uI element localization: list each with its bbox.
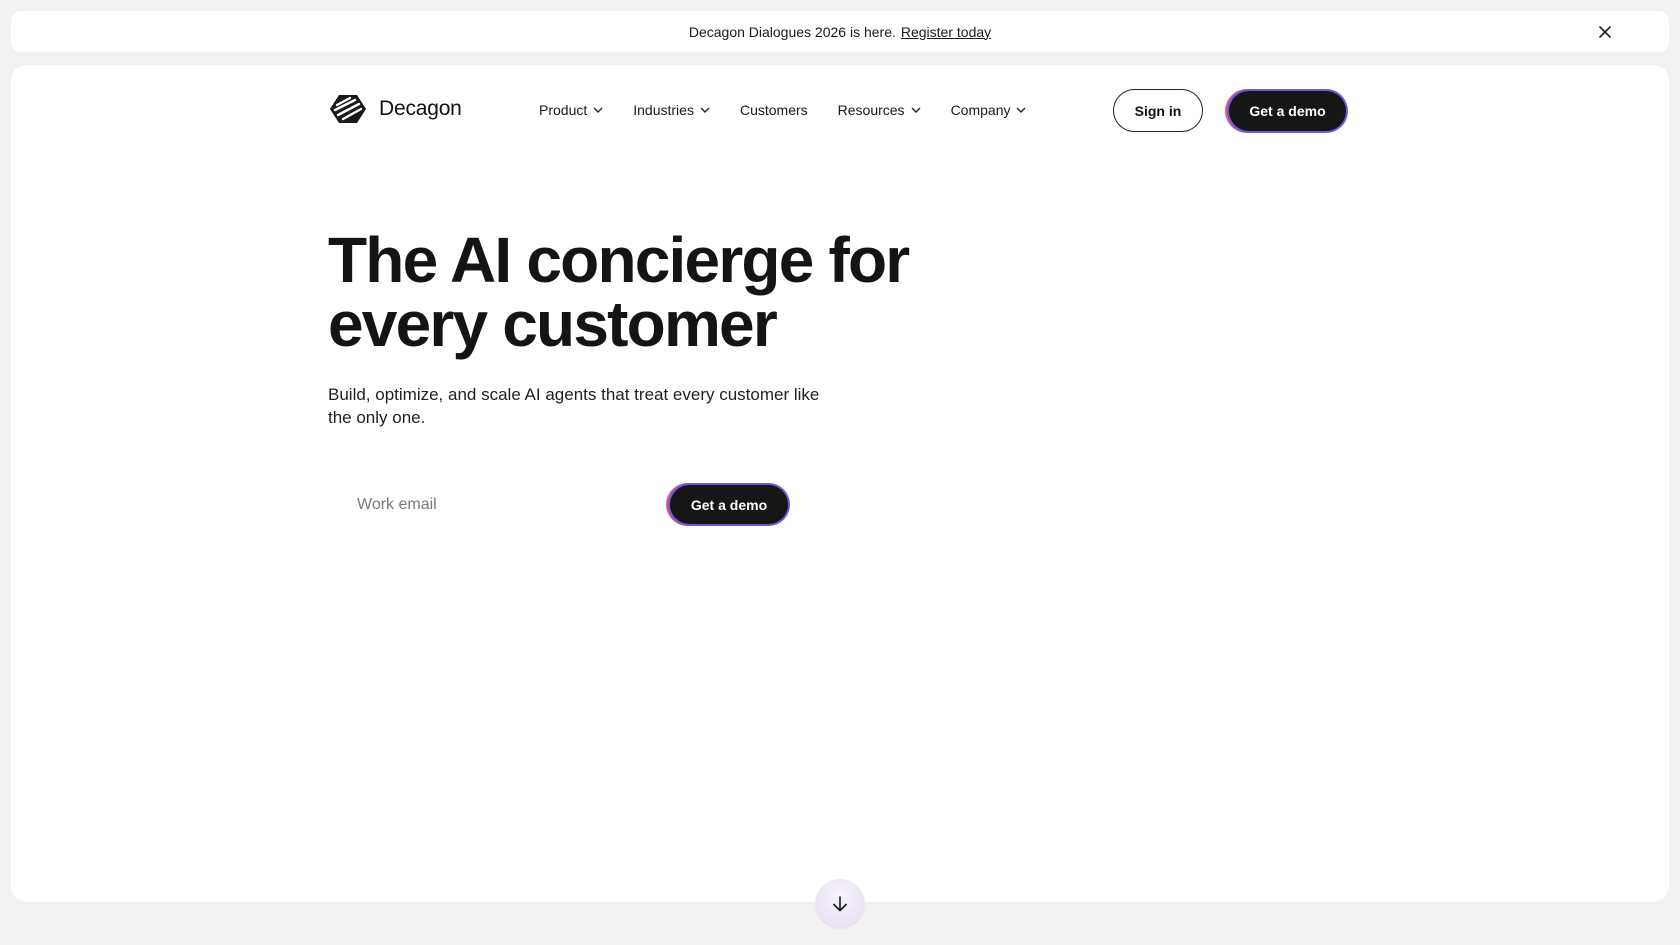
- brand-name: Decagon: [379, 97, 462, 120]
- work-email-input[interactable]: [357, 488, 637, 522]
- close-icon[interactable]: [1595, 22, 1615, 42]
- main-nav: Product Industries Customers Resources C…: [539, 102, 1056, 118]
- nav-item-label: Resources: [837, 102, 905, 118]
- nav-item-industries[interactable]: Industries: [633, 102, 710, 118]
- hero-subtext: Build, optimize, and scale AI agents tha…: [328, 385, 820, 427]
- chevron-down-icon: [1016, 105, 1026, 115]
- chevron-down-icon: [911, 105, 921, 115]
- chevron-down-icon: [700, 105, 710, 115]
- arrow-down-icon: [833, 896, 847, 912]
- decagon-logo-icon: [330, 95, 366, 123]
- nav-item-label: Industries: [633, 102, 694, 118]
- nav-item-company[interactable]: Company: [951, 102, 1027, 118]
- nav-item-product[interactable]: Product: [539, 102, 603, 118]
- nav-item-label: Customers: [739, 102, 808, 118]
- brand-logo[interactable]: Decagon: [328, 93, 462, 125]
- nav-item-label: Company: [950, 102, 1011, 118]
- sign-in-button[interactable]: Sign in: [1113, 89, 1203, 132]
- announcement-text: Decagon Dialogues 2026 is here.: [688, 23, 896, 40]
- hero-headline: The AI concierge for every customer: [328, 224, 910, 360]
- announcement-bar: Decagon Dialogues 2026 is here. Register…: [11, 11, 1669, 52]
- nav-item-label: Product: [539, 102, 588, 118]
- get-demo-button-hero[interactable]: Get a demo: [670, 485, 788, 524]
- register-today-link[interactable]: Register today: [901, 24, 991, 40]
- nav-item-resources[interactable]: Resources: [838, 102, 921, 118]
- scroll-down-button[interactable]: [815, 879, 865, 929]
- main-card: Decagon Product Industries Customers Res…: [11, 65, 1669, 902]
- chevron-down-icon: [593, 105, 603, 115]
- nav-item-customers[interactable]: Customers: [740, 102, 808, 118]
- get-demo-button-nav[interactable]: Get a demo: [1229, 91, 1346, 131]
